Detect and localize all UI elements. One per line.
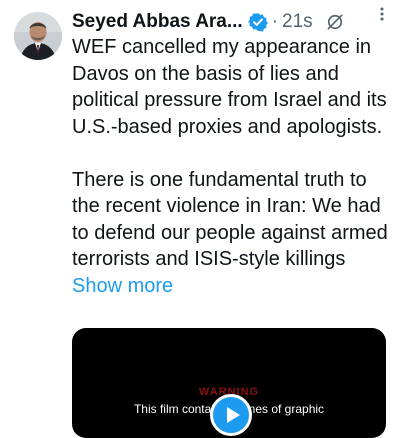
display-name[interactable]: Seyed Abbas Ara... (72, 11, 243, 33)
avatar-image (14, 12, 62, 60)
tweet-paragraph: There is one fundamental truth to the re… (72, 167, 394, 300)
play-button[interactable] (210, 394, 252, 436)
tweet-paragraph-text: There is one fundamental truth to the re… (72, 168, 388, 271)
tweet-header: Seyed Abbas Ara... · 21s (72, 9, 390, 35)
tweet-text: WEF cancelled my appearance in Davos on … (72, 34, 394, 299)
timestamp[interactable]: 21s (282, 11, 313, 33)
more-options-icon[interactable] (372, 4, 392, 24)
avatar[interactable] (14, 12, 62, 60)
tweet[interactable]: Seyed Abbas Ara... · 21s WEF cancelled m… (0, 0, 400, 438)
verified-badge-icon[interactable] (247, 12, 268, 32)
show-more-link[interactable]: Show more (72, 275, 173, 297)
tweet-paragraph: WEF cancelled my appearance in Davos on … (72, 36, 387, 138)
header-separator: · (271, 11, 279, 32)
play-icon (227, 407, 240, 423)
video-media[interactable]: WARNING This film contains scenes of gra… (72, 328, 386, 438)
grok-icon[interactable] (325, 12, 345, 32)
